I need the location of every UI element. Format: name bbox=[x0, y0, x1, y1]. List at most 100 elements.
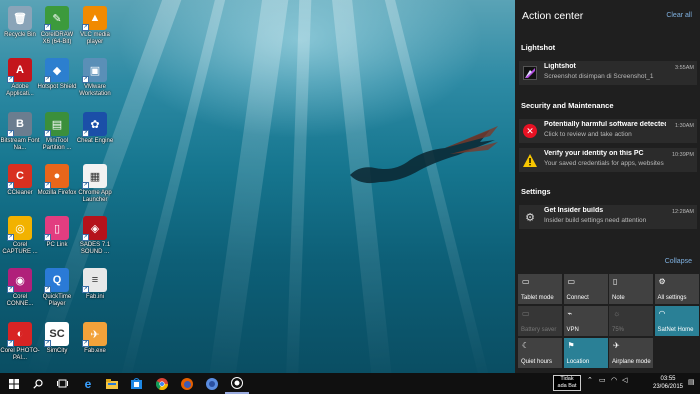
desktop-icon[interactable]: B ↗ Bitstream Font Na... bbox=[0, 110, 40, 152]
notification-verify-identity[interactable]: Verify your identity on this PC Your sav… bbox=[519, 148, 697, 172]
shortcut-arrow-icon: ↗ bbox=[82, 286, 89, 293]
desktop-icon[interactable]: ▲ ↗ VLC media player bbox=[75, 4, 115, 46]
light-ray bbox=[206, 0, 291, 373]
notification-title: Verify your identity on this PC bbox=[544, 150, 644, 157]
quick-action-icon: ▭ bbox=[522, 309, 530, 318]
desktop-app-icon: SC ↗ bbox=[44, 322, 69, 347]
desktop-app-icon: ◈ ↗ bbox=[82, 216, 107, 241]
quick-action-tile[interactable]: ✈ Airplane mode bbox=[609, 338, 653, 368]
quick-action-tile[interactable]: ▯ Note bbox=[609, 274, 653, 304]
record-app-icon bbox=[231, 376, 243, 389]
shortcut-arrow-icon: ↗ bbox=[44, 286, 51, 293]
desktop-icon[interactable]: Q ↗ QuickTime Player bbox=[37, 266, 77, 308]
taskbar-obs[interactable] bbox=[225, 373, 249, 394]
collapse-link[interactable]: Collapse bbox=[665, 258, 692, 265]
shortcut-arrow-icon: ↗ bbox=[82, 130, 89, 137]
error-icon: ✕ bbox=[523, 124, 537, 138]
light-ray bbox=[118, 0, 230, 373]
quick-action-icon: ⚙ bbox=[658, 277, 666, 286]
shortcut-arrow-icon: ↗ bbox=[7, 234, 14, 241]
quick-action-tile[interactable]: ▭ Tablet mode bbox=[518, 274, 562, 304]
desktop-app-icon: ● ↗ bbox=[44, 164, 69, 189]
quick-action-label: Battery saver bbox=[521, 327, 557, 333]
quick-action-tile[interactable]: ⚑ Location bbox=[563, 338, 608, 368]
shortcut-arrow-icon: ↗ bbox=[7, 130, 14, 137]
desktop-icon-label: PC Link bbox=[46, 242, 68, 248]
shortcut-arrow-icon: ↗ bbox=[44, 24, 51, 31]
desktop-icon-label: CorelDRAW X6 (64-Bit) bbox=[40, 32, 74, 45]
clear-all-link[interactable]: Clear all bbox=[666, 12, 692, 19]
desktop-icon[interactable]: ◉ ↗ Corel CONNE... bbox=[0, 266, 40, 308]
desktop-icon[interactable]: SC ↗ SimCity bbox=[37, 320, 77, 355]
desktop-icon[interactable]: ◎ ↗ Corel CAPTURE ... bbox=[0, 214, 40, 256]
notification-lightshot[interactable]: Lightshot Screenshot disimpan di Screens… bbox=[519, 61, 697, 85]
notification-title: Potentially harmful software detected bbox=[544, 121, 666, 128]
desktop-app-icon: ✎ ↗ bbox=[44, 6, 69, 31]
desktop-icon[interactable]: ● ↗ Mozilla Firefox bbox=[37, 162, 77, 197]
search-icon bbox=[33, 378, 43, 389]
chrome-icon bbox=[156, 377, 168, 390]
battery-icon[interactable]: ▭ bbox=[599, 376, 606, 384]
desktop-icon[interactable]: ▦ ↗ Chrome App Launcher bbox=[75, 162, 115, 204]
taskbar-app[interactable] bbox=[200, 373, 224, 394]
taskbar-firefox[interactable] bbox=[175, 373, 199, 394]
desktop-app-icon: A ↗ bbox=[7, 58, 32, 83]
desktop-icon[interactable]: ◆ ↗ Hotspot Shield bbox=[37, 56, 77, 91]
taskbar-edge[interactable]: e bbox=[76, 373, 100, 394]
desktop-icon[interactable]: ◐ ↗ Corel PHOTO-PAI... bbox=[0, 320, 40, 362]
volume-icon[interactable]: ◁ bbox=[622, 376, 627, 384]
language-indicator[interactable]: Tidak ada Bat bbox=[553, 375, 581, 391]
notification-harmful-software[interactable]: ✕ Potentially harmful software detected … bbox=[519, 119, 697, 143]
desktop-icon[interactable]: A ↗ Adobe Applicati... bbox=[0, 56, 40, 98]
wifi-icon[interactable]: ◠ bbox=[611, 376, 617, 384]
desktop-app-icon: ▲ ↗ bbox=[82, 6, 107, 31]
taskbar-store[interactable] bbox=[124, 373, 148, 394]
desktop-icon[interactable]: ▤ ↗ MiniTool Partition ... bbox=[37, 110, 77, 152]
quick-action-tile[interactable]: ⌁ VPN bbox=[563, 306, 608, 336]
desktop-icon[interactable]: 🗑 Recycle Bin bbox=[0, 4, 40, 39]
desktop-icon-label: Corel CONNE... bbox=[6, 294, 34, 307]
notifications-icon[interactable]: ▤ bbox=[688, 378, 695, 386]
taskbar-file-explorer[interactable] bbox=[100, 373, 124, 394]
taskbar: e Tidak ada Bat ⌃ ▭ ◠ ◁ 03:55 23/06/2015… bbox=[0, 373, 700, 394]
desktop-icon[interactable]: ≡ ↗ Fab.ini bbox=[75, 266, 115, 301]
desktop-app-icon: ◐ ↗ bbox=[7, 322, 32, 347]
notification-insider-builds[interactable]: ⚙ Get Insider builds Insider build setti… bbox=[519, 205, 697, 229]
desktop-icon-label: Adobe Applicati... bbox=[6, 84, 34, 97]
clock-time: 03:55 bbox=[660, 376, 676, 382]
quick-action-label: Note bbox=[612, 295, 625, 301]
quick-action-icon: ⚑ bbox=[567, 341, 575, 350]
desktop-app-icon: Q ↗ bbox=[44, 268, 69, 293]
desktop-icon[interactable]: ▯ ↗ PC Link bbox=[37, 214, 77, 249]
start-button[interactable] bbox=[2, 373, 26, 394]
task-view-button[interactable] bbox=[50, 373, 74, 394]
desktop-icon[interactable]: ✿ ↗ Cheat Engine bbox=[75, 110, 115, 145]
search-button[interactable] bbox=[26, 373, 50, 394]
quick-action-icon: ⌁ bbox=[567, 309, 573, 318]
edge-icon: e bbox=[84, 376, 92, 391]
quick-action-tile[interactable]: ▭ Connect bbox=[563, 274, 608, 304]
action-center-header: Action center Clear all bbox=[515, 0, 700, 30]
desktop-app-icon: ✿ ↗ bbox=[82, 112, 107, 137]
taskbar-chrome[interactable] bbox=[150, 373, 174, 394]
desktop-icon[interactable]: ▣ ↗ VMware Workstation bbox=[75, 56, 115, 98]
quick-action-tile[interactable]: ▭ Battery saver bbox=[518, 306, 562, 336]
quick-action-tile[interactable]: ☾ Quiet hours bbox=[518, 338, 562, 368]
quick-action-tile[interactable]: ⚙ All settings bbox=[654, 274, 699, 304]
show-hidden-icons-chevron-up-icon[interactable]: ⌃ bbox=[587, 376, 593, 384]
quick-action-tile[interactable]: ☼ 75% bbox=[609, 306, 653, 336]
shortcut-arrow-icon: ↗ bbox=[82, 24, 89, 31]
quick-action-icon: ☼ bbox=[613, 309, 621, 318]
desktop-icon-label: CCleaner bbox=[7, 190, 33, 196]
desktop-icon[interactable]: ✈ ↗ Fab.exe bbox=[75, 320, 115, 355]
desktop-icon[interactable]: ✎ ↗ CorelDRAW X6 (64-Bit) bbox=[37, 4, 77, 46]
desktop-icon-label: Fab.ini bbox=[85, 294, 104, 300]
desktop-icon[interactable]: C ↗ CCleaner bbox=[0, 162, 40, 197]
desktop-icon-label: QuickTime Player bbox=[42, 294, 72, 307]
notification-time: 10:39PM bbox=[671, 152, 694, 158]
taskbar-clock[interactable]: 03:55 23/06/2015 bbox=[650, 375, 686, 391]
quick-action-tile[interactable]: ◠ SatNet Home bbox=[654, 306, 699, 336]
diver-silhouette bbox=[350, 126, 498, 184]
notification-title: Get Insider builds bbox=[544, 207, 604, 214]
desktop-icon[interactable]: ◈ ↗ SADES 7.1 SOUND ... bbox=[75, 214, 115, 256]
